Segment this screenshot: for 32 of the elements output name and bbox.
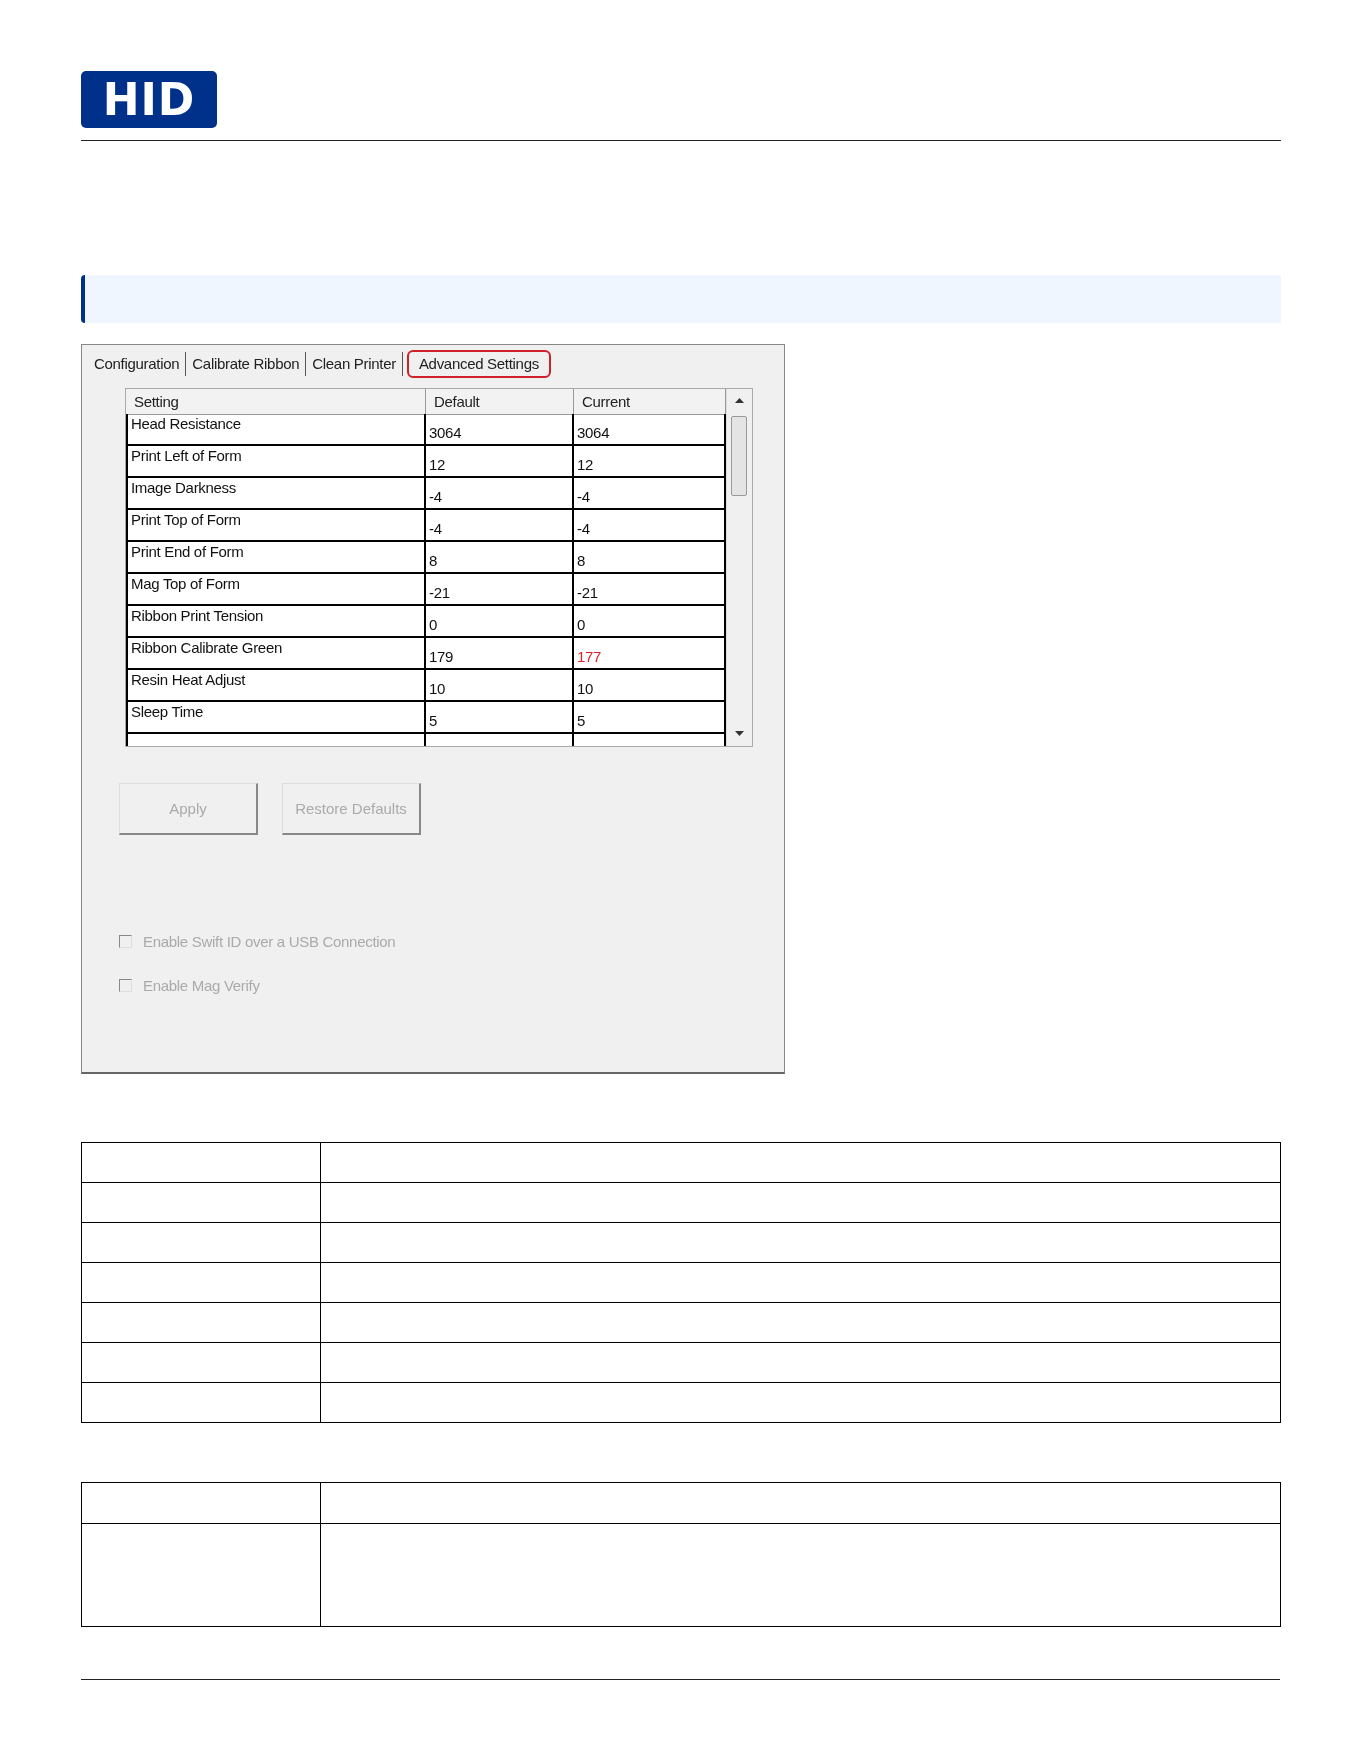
table-cell: 10 bbox=[426, 670, 574, 702]
table-cell: Image Darkness bbox=[126, 478, 426, 510]
table-cell: Print Left of Form bbox=[126, 446, 426, 478]
column-header[interactable]: Setting bbox=[126, 389, 426, 415]
table-cell: Print End of Form bbox=[126, 542, 426, 574]
logo: HID bbox=[81, 71, 217, 128]
column-header[interactable]: Default bbox=[426, 389, 574, 415]
scroll-thumb[interactable] bbox=[731, 416, 747, 496]
table-cell: Head Resistance bbox=[126, 414, 426, 446]
table-cell: Ribbon Calibrate Green bbox=[126, 638, 426, 670]
tab[interactable]: Clean Printer bbox=[306, 352, 403, 376]
table-cell: -21 bbox=[426, 574, 574, 606]
tab[interactable]: Calibrate Ribbon bbox=[186, 352, 307, 376]
scroll-up-icon[interactable] bbox=[735, 398, 744, 403]
table-cell: 5 bbox=[426, 702, 574, 734]
table-cell: Ribbon Print Tension bbox=[126, 606, 426, 638]
scroll-down-icon[interactable] bbox=[735, 731, 744, 736]
table-cell: -4 bbox=[426, 510, 574, 542]
table-cell: Mag Top of Form bbox=[126, 574, 426, 606]
table-cell: -4 bbox=[426, 478, 574, 510]
table-cell: Print Top of Form bbox=[126, 510, 426, 542]
column-header[interactable]: Current bbox=[574, 389, 726, 415]
table-cell: Resin Heat Adjust bbox=[126, 670, 426, 702]
table-cell: 8 bbox=[426, 542, 574, 574]
table-cell: 12 bbox=[426, 446, 574, 478]
scrollbar[interactable] bbox=[726, 389, 752, 746]
tab[interactable]: Advanced Settings bbox=[406, 350, 551, 378]
table-cell: Sleep Time bbox=[126, 702, 426, 734]
table-cell: 0 bbox=[426, 606, 574, 638]
table-cell: 179 bbox=[426, 638, 574, 670]
table-cell: 3064 bbox=[426, 414, 574, 446]
tab[interactable]: Configuration bbox=[88, 352, 187, 376]
